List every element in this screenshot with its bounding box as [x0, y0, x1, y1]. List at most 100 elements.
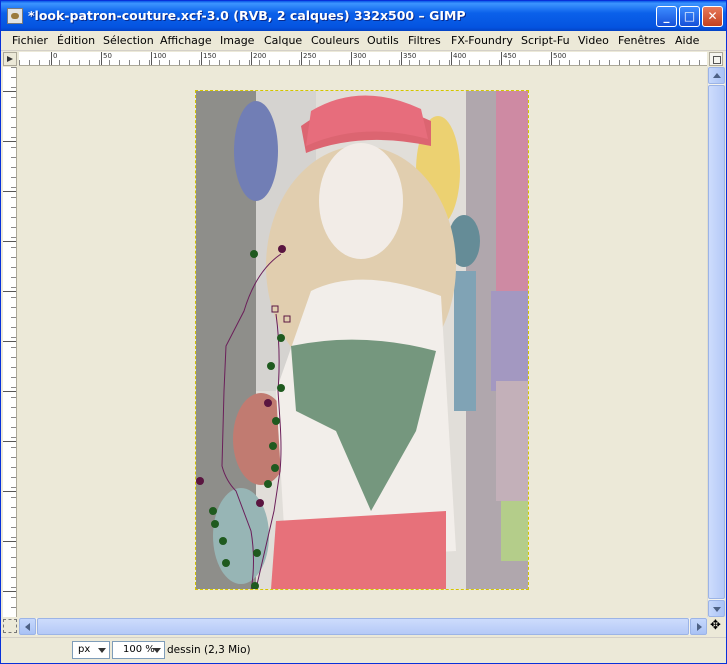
scroll-left-button[interactable]	[19, 618, 36, 635]
ruler-minor-tick	[11, 487, 16, 488]
title-bar[interactable]: *look-patron-couture.xcf-3.0 (RVB, 2 cal…	[1, 1, 726, 31]
ruler-minor-tick	[29, 60, 30, 65]
ruler-tick	[401, 52, 402, 65]
ruler-minor-tick	[109, 60, 110, 65]
ruler-minor-tick	[209, 60, 210, 65]
gimp-app-icon[interactable]	[7, 8, 23, 24]
close-icon: ✕	[707, 9, 718, 23]
ruler-minor-tick	[239, 60, 240, 65]
chevron-down-icon	[713, 607, 721, 612]
ruler-tick-label: 150	[203, 52, 217, 60]
scroll-down-button[interactable]	[708, 600, 725, 617]
ruler-tick	[3, 491, 16, 492]
ruler-minor-tick	[11, 117, 16, 118]
ruler-minor-tick	[11, 177, 16, 178]
menu-selection[interactable]: Sélection	[103, 34, 154, 47]
ruler-minor-tick	[11, 477, 16, 478]
ruler-tick-label: 300	[353, 52, 367, 60]
ruler-minor-tick	[189, 60, 190, 65]
ruler-tick	[3, 141, 16, 142]
menu-fx-foundry[interactable]: FX-Foundry	[451, 34, 513, 47]
ruler-minor-tick	[11, 147, 16, 148]
menu-video[interactable]: Video	[578, 34, 609, 47]
ruler-tick-label: 350	[403, 52, 417, 60]
image-layer[interactable]	[195, 90, 529, 590]
ruler-minor-tick	[439, 60, 440, 65]
scroll-right-button[interactable]	[690, 618, 707, 635]
menu-fichier[interactable]: Fichier	[12, 34, 48, 47]
ruler-minor-tick	[11, 437, 16, 438]
ruler-minor-tick	[549, 60, 550, 65]
ruler-minor-tick	[11, 577, 16, 578]
ruler-minor-tick	[11, 237, 16, 238]
image-canvas[interactable]	[19, 67, 707, 617]
menu-edition[interactable]: Édition	[57, 34, 95, 47]
ruler-tick-label: 100	[153, 52, 167, 60]
ruler-minor-tick	[11, 387, 16, 388]
ruler-tick	[251, 52, 252, 65]
menu-couleurs[interactable]: Couleurs	[311, 34, 359, 47]
ruler-minor-tick	[11, 267, 16, 268]
ruler-minor-tick	[599, 60, 600, 65]
ruler-minor-tick	[179, 60, 180, 65]
maximize-icon: □	[683, 9, 696, 23]
horizontal-scroll-thumb[interactable]	[37, 618, 689, 635]
quick-mask-toggle[interactable]	[3, 619, 17, 633]
ruler-minor-tick	[589, 60, 590, 65]
vertical-scrollbar[interactable]	[707, 67, 725, 617]
menu-fenetres[interactable]: Fenêtres	[618, 34, 665, 47]
ruler-minor-tick	[11, 467, 16, 468]
unit-selector[interactable]: px	[72, 641, 110, 659]
scroll-up-button[interactable]	[708, 67, 725, 84]
ruler-minor-tick	[629, 60, 630, 65]
ruler-tick	[301, 52, 302, 65]
menu-outils[interactable]: Outils	[367, 34, 399, 47]
ruler-minor-tick	[619, 60, 620, 65]
minimize-button[interactable]: _	[656, 6, 677, 27]
ruler-tick-label: 0	[53, 52, 58, 60]
ruler-minor-tick	[59, 60, 60, 65]
maximize-button[interactable]: □	[679, 6, 700, 27]
menu-affichage[interactable]: Affichage	[160, 34, 212, 47]
ruler-minor-tick	[99, 60, 100, 65]
ruler-minor-tick	[11, 327, 16, 328]
ruler-menu-button[interactable]	[3, 52, 17, 66]
vertical-scroll-thumb[interactable]	[708, 85, 725, 599]
ruler-tick	[551, 52, 552, 65]
ruler-minor-tick	[11, 247, 16, 248]
ruler-minor-tick	[11, 567, 16, 568]
menu-calque[interactable]: Calque	[264, 34, 302, 47]
ruler-minor-tick	[389, 60, 390, 65]
ruler-minor-tick	[489, 60, 490, 65]
close-button[interactable]: ✕	[702, 6, 723, 27]
zoom-on-resize-button[interactable]	[709, 52, 723, 66]
ruler-minor-tick	[11, 447, 16, 448]
zoom-selector[interactable]: 100 %	[112, 641, 165, 659]
ruler-minor-tick	[11, 107, 16, 108]
gimp-image-window: *look-patron-couture.xcf-3.0 (RVB, 2 cal…	[0, 0, 727, 664]
ruler-tick	[3, 441, 16, 442]
ruler-tick-label: 250	[303, 52, 317, 60]
horizontal-scrollbar[interactable]	[19, 618, 707, 635]
ruler-minor-tick	[169, 60, 170, 65]
ruler-minor-tick	[11, 517, 16, 518]
horizontal-ruler[interactable]: 0 50 100 150 200 250 300 350 400 450 500	[19, 52, 707, 66]
ruler-minor-tick	[309, 60, 310, 65]
vertical-ruler[interactable]	[3, 67, 17, 617]
ruler-minor-tick	[689, 60, 690, 65]
menu-script-fu[interactable]: Script-Fu	[521, 34, 570, 47]
menu-aide[interactable]: Aide	[675, 34, 699, 47]
navigate-icon[interactable]: ✥	[707, 618, 724, 635]
ruler-minor-tick	[359, 60, 360, 65]
ruler-tick	[3, 391, 16, 392]
menu-filtres[interactable]: Filtres	[408, 34, 441, 47]
ruler-minor-tick	[11, 377, 16, 378]
ruler-minor-tick	[11, 207, 16, 208]
menu-bar: Fichier Édition Sélection Affichage Imag…	[1, 31, 726, 51]
chevron-left-icon	[25, 623, 30, 631]
ruler-tick	[3, 591, 16, 592]
menu-image[interactable]: Image	[220, 34, 254, 47]
ruler-minor-tick	[11, 507, 16, 508]
ruler-minor-tick	[259, 60, 260, 65]
ruler-minor-tick	[11, 407, 16, 408]
